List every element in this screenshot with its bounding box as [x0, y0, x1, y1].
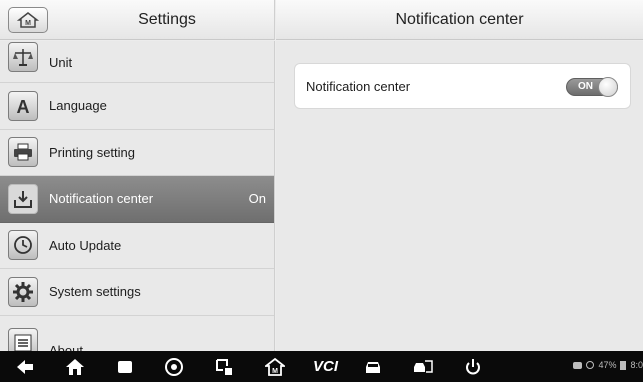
svg-text:M: M	[25, 20, 31, 27]
sidebar-item-label: Printing setting	[49, 144, 135, 160]
svg-text:A: A	[17, 97, 30, 117]
battery-level: 47%	[598, 360, 617, 370]
download-tray-icon	[8, 183, 38, 214]
page-title: Settings	[138, 11, 196, 28]
sidebar-item-unit[interactable]: Unit	[0, 41, 274, 83]
power-icon[interactable]	[462, 356, 484, 378]
detail-panel: Notification center ON	[276, 41, 643, 351]
detail-header: Notification center	[276, 0, 643, 40]
sidebar-item-label: Notification center	[49, 191, 154, 207]
clock: 8:0	[630, 360, 643, 370]
notification-toggle[interactable]: ON	[566, 77, 618, 97]
home-button[interactable]: M	[8, 7, 48, 33]
printer-icon	[8, 137, 38, 168]
detail-title: Notification center	[395, 11, 524, 28]
setting-label: Notification center	[306, 79, 411, 94]
sidebar-item-notification-center[interactable]: Notification center On	[0, 176, 274, 223]
gear-icon	[8, 276, 38, 307]
sidebar-item-label: Unit	[49, 55, 73, 70]
alarm-icon	[586, 361, 595, 369]
message-icon	[573, 361, 583, 369]
settings-header: M Settings	[0, 0, 275, 40]
toggle-knob-icon	[598, 77, 618, 97]
home-nav-icon[interactable]	[64, 356, 86, 378]
browser-icon[interactable]	[163, 356, 185, 378]
battery-icon	[620, 360, 627, 370]
sidebar-item-label: About	[49, 342, 83, 352]
home-icon: M	[17, 12, 39, 28]
screenshot-icon[interactable]	[213, 356, 235, 378]
toggle-text: ON	[578, 81, 593, 92]
document-icon	[8, 327, 38, 351]
sidebar-item-auto-update[interactable]: Auto Update	[0, 223, 274, 269]
notification-setting-row: Notification center ON	[294, 63, 631, 109]
settings-sidebar: Unit A Language Printing setting Notific…	[0, 41, 275, 351]
sidebar-item-label: Auto Update	[49, 237, 122, 253]
shop-car-icon[interactable]	[412, 356, 434, 378]
clock-icon	[8, 230, 38, 261]
back-icon[interactable]	[14, 356, 36, 378]
car-icon[interactable]	[362, 356, 384, 378]
vci-status[interactable]: VCI	[313, 358, 338, 375]
sidebar-item-value: On	[248, 191, 266, 207]
maxisys-home-icon[interactable]: M	[264, 356, 286, 378]
system-navbar: M VCI 47% 8:0	[0, 351, 643, 382]
sidebar-item-about[interactable]: About	[0, 316, 274, 352]
scale-icon	[8, 42, 38, 73]
sidebar-item-system-settings[interactable]: System settings	[0, 269, 274, 316]
recent-apps-icon[interactable]	[114, 356, 136, 378]
sidebar-item-label: Language	[49, 98, 107, 114]
sidebar-item-printing[interactable]: Printing setting	[0, 130, 274, 176]
svg-text:M: M	[272, 368, 278, 375]
sidebar-item-language[interactable]: A Language	[0, 83, 274, 130]
sidebar-item-label: System settings	[49, 284, 141, 300]
status-area: 47% 8:0	[573, 360, 643, 370]
letter-a-icon: A	[8, 90, 38, 121]
